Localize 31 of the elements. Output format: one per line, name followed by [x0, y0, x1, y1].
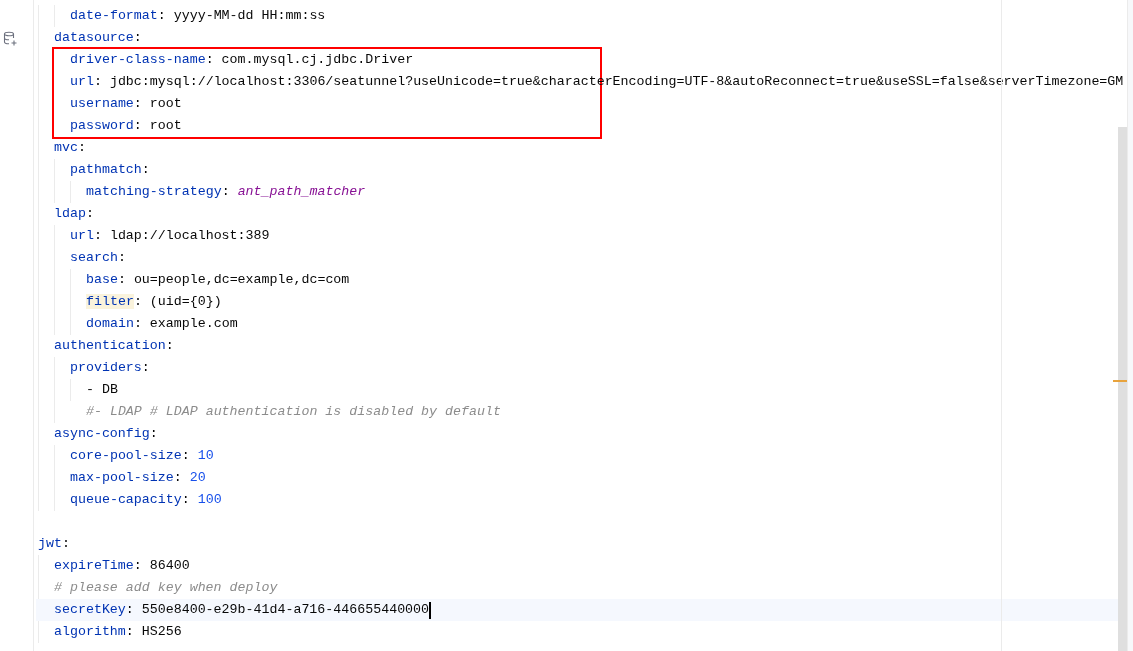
code-comment: # please add key when deploy [54, 579, 278, 598]
warning-marker[interactable] [1113, 380, 1127, 382]
code-line: authentication: [54, 337, 174, 356]
code-line: filter: (uid={0}) [86, 293, 222, 312]
code-line: algorithm: HS256 [54, 623, 182, 642]
code-line: expireTime: 86400 [54, 557, 190, 576]
code-line: password: root [70, 117, 182, 136]
code-line: core-pool-size: 10 [70, 447, 214, 466]
code-line: - DB [86, 381, 118, 400]
code-line: secretKey: 550e8400-e29b-41d4-a716-446655440000 [54, 601, 430, 620]
code-line: base: ou=people,dc=example,dc=com [86, 271, 350, 290]
code-line: datasource: [54, 29, 142, 48]
scrollbar-thumb[interactable] [1118, 127, 1127, 651]
code-line: domain: example.com [86, 315, 238, 334]
database-icon[interactable] [3, 31, 18, 46]
code-line: providers: [70, 359, 150, 378]
code-line: queue-capacity: 100 [70, 491, 222, 510]
code-line: search: [70, 249, 126, 268]
code-line: url: ldap://localhost:389 [70, 227, 270, 246]
code-line: jwt: [38, 535, 70, 554]
code-line: ldap: [54, 205, 94, 224]
code-comment: #- LDAP # LDAP authentication is disabled by default [84, 403, 501, 422]
code-line: async-config: [54, 425, 158, 444]
text-caret [429, 601, 432, 619]
code-line: max-pool-size: 20 [70, 469, 206, 488]
code-line: matching-strategy: ant_path_matcher [86, 183, 366, 202]
code-line: pathmatch: [70, 161, 150, 180]
code-line: mvc: [54, 139, 86, 158]
code-line: username: root [70, 95, 182, 114]
code-line: driver-class-name: com.mysql.cj.jdbc.Driver [70, 51, 414, 70]
code-line: date-format: yyyy-MM-dd HH:mm:ss [70, 7, 326, 26]
